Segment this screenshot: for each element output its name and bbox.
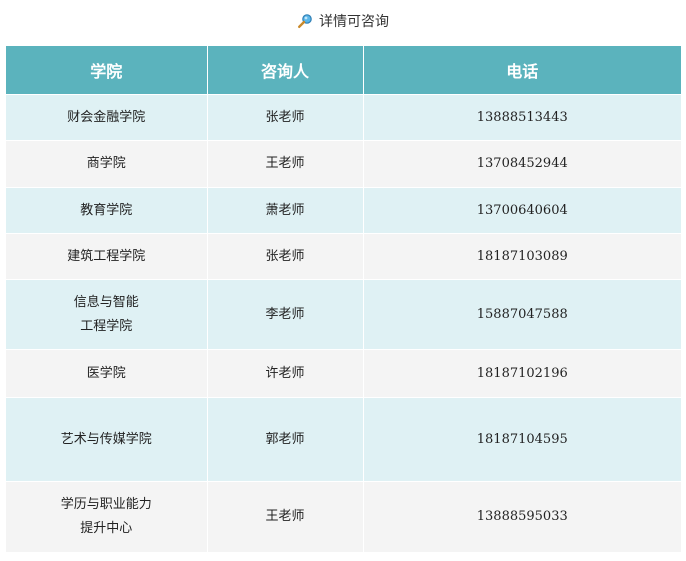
college-cell: 建筑工程学院: [6, 233, 208, 280]
college-name-line1: 信息与智能: [73, 294, 139, 310]
college-name: 财会金融学院: [67, 109, 146, 125]
college-cell: 学历与职业能力 提升中心: [6, 481, 208, 552]
header-college: 学院: [6, 46, 208, 95]
table-row: 医学院 许老师 18187102196: [6, 349, 681, 398]
contact-cell: 萧老师: [207, 187, 364, 234]
college-cell: 信息与智能 工程学院: [6, 279, 208, 350]
table-row: 财会金融学院 张老师 13888513443: [6, 94, 681, 141]
page-title: 详情可咨询: [319, 14, 389, 30]
phone-cell: 18187103089: [363, 233, 681, 280]
college-name: 商学院: [86, 156, 126, 171]
phone-cell: 13700640604: [363, 187, 681, 234]
contacts-table: 学院 咨询人 电话 财会金融学院 张老师 13888513443 商学院 王老师…: [6, 46, 681, 552]
table-row: 建筑工程学院 张老师 18187103089: [6, 233, 681, 280]
table-row: 艺术与传媒学院 郭老师 18187104595: [6, 397, 681, 482]
college-name: 艺术与传媒学院: [60, 431, 152, 447]
page: 详情可咨询 学院 咨询人 电话 财会金融学院 张老师 13888513443 商…: [0, 0, 686, 561]
college-name-line2: 提升中心: [80, 520, 133, 536]
phone-cell: 13888595033: [363, 481, 681, 552]
table-row: 信息与智能 工程学院 李老师 15887047588: [6, 279, 681, 350]
contact-cell: 张老师: [207, 94, 364, 141]
table-row: 教育学院 萧老师 13700640604: [6, 187, 681, 234]
table-row: 商学院 王老师 13708452944: [6, 140, 681, 188]
college-name: 建筑工程学院: [67, 248, 146, 264]
college-name-line1: 学历与职业能力: [60, 496, 152, 512]
college-cell: 财会金融学院: [6, 94, 208, 141]
college-cell: 医学院: [6, 349, 208, 398]
college-name: 教育学院: [80, 202, 133, 218]
phone-cell: 13708452944: [363, 140, 681, 188]
contact-cell: 许老师: [207, 349, 364, 398]
college-cell: 商学院: [6, 140, 208, 188]
contact-cell: 王老师: [207, 481, 364, 552]
college-cell: 艺术与传媒学院: [6, 397, 208, 482]
magnifier-icon: [297, 13, 313, 29]
table-row: 学历与职业能力 提升中心 王老师 13888595033: [6, 481, 681, 552]
title-bar: 详情可咨询: [0, 8, 686, 34]
table-header-row: 学院 咨询人 电话: [6, 46, 681, 95]
header-phone: 电话: [363, 46, 681, 95]
phone-cell: 18187102196: [363, 349, 681, 398]
college-cell: 教育学院: [6, 187, 208, 234]
college-name-line2: 工程学院: [80, 318, 133, 334]
contact-cell: 张老师: [207, 233, 364, 280]
college-name: 医学院: [86, 365, 126, 381]
header-contact: 咨询人: [207, 46, 364, 95]
phone-cell: 15887047588: [363, 279, 681, 350]
phone-cell: 18187104595: [363, 397, 681, 482]
contact-cell: 郭老师: [207, 397, 364, 482]
phone-cell: 13888513443: [363, 94, 681, 141]
contact-cell: 王老师: [207, 140, 364, 188]
contact-cell: 李老师: [207, 279, 364, 350]
